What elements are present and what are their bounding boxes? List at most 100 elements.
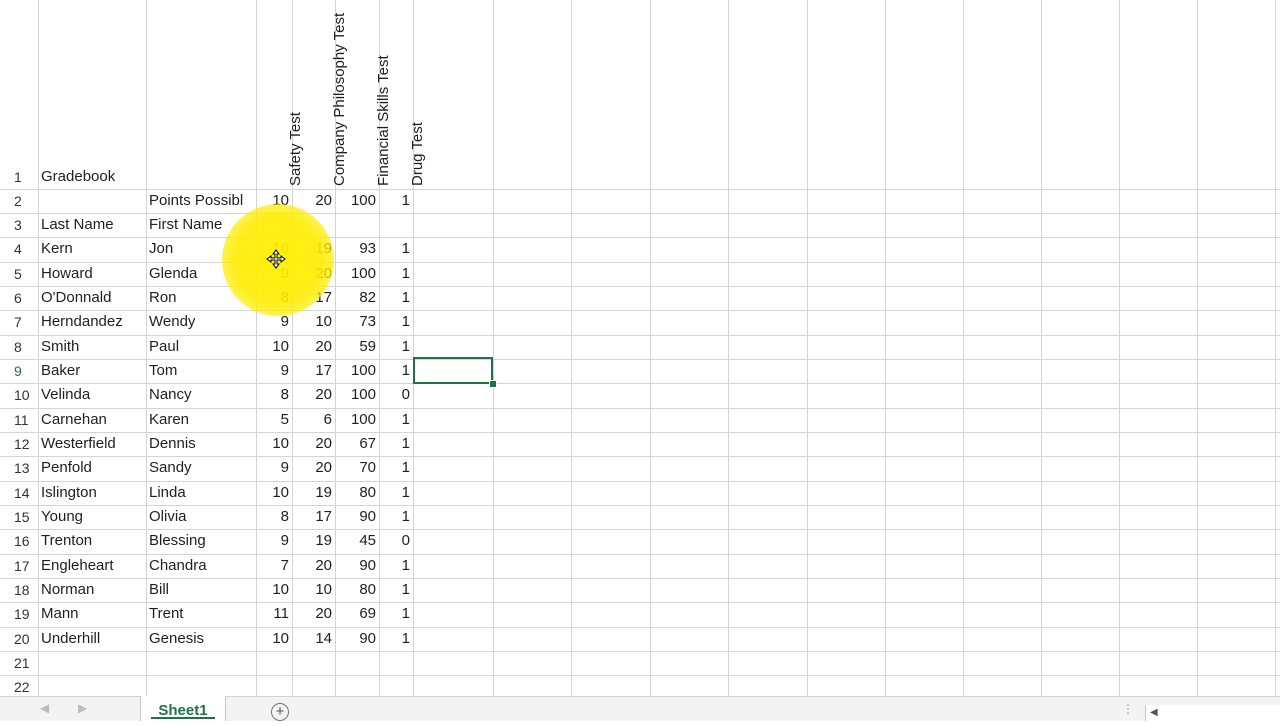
row-number[interactable]: 17 (0, 554, 38, 578)
score-cell[interactable]: 1 (379, 310, 413, 334)
scroll-left-icon[interactable]: ◀ (1150, 707, 1158, 718)
score-cell[interactable]: 90 (335, 505, 379, 529)
score-cell[interactable]: 1 (379, 602, 413, 626)
score-cell[interactable]: 6 (292, 408, 335, 432)
score-cell[interactable]: 19 (292, 481, 335, 505)
first-name-cell[interactable]: Glenda (146, 262, 256, 286)
tab-sheet1[interactable]: Sheet1 (140, 696, 226, 721)
row-number[interactable]: 13 (0, 456, 38, 480)
score-cell[interactable]: 10 (256, 627, 292, 651)
last-name-cell[interactable]: Islington (38, 481, 146, 505)
score-cell[interactable]: 1 (379, 432, 413, 456)
row-number[interactable]: 7 (0, 310, 38, 334)
first-name-cell[interactable]: Paul (146, 335, 256, 359)
score-cell[interactable]: 20 (292, 432, 335, 456)
selected-cell[interactable] (413, 357, 493, 384)
score-cell[interactable]: 17 (292, 359, 335, 383)
add-sheet-icon[interactable]: + (271, 703, 289, 721)
score-cell[interactable]: 73 (335, 310, 379, 334)
last-name-cell[interactable]: Kern (38, 237, 146, 261)
first-name-cell[interactable]: Karen (146, 408, 256, 432)
score-cell[interactable]: 20 (292, 335, 335, 359)
score-cell[interactable]: 11 (256, 602, 292, 626)
worksheet-grid[interactable]: 1 2 3 4 5 6 7 8 9 10 11 12 13 14 15 16 17 18 19 20 21 22 Grad… (0, 0, 1280, 696)
score-cell[interactable]: 10 (292, 578, 335, 602)
test-header-0[interactable]: Safety Test (286, 112, 306, 186)
score-cell[interactable]: 20 (292, 383, 335, 407)
row-number[interactable]: 18 (0, 578, 38, 602)
score-cell[interactable]: 19 (292, 529, 335, 553)
row-number[interactable]: 6 (0, 286, 38, 310)
points-possible-cell[interactable]: 1 (379, 189, 413, 213)
score-cell[interactable]: 7 (256, 554, 292, 578)
row-number[interactable]: 12 (0, 432, 38, 456)
row-number[interactable]: 3 (0, 213, 38, 237)
score-cell[interactable]: 45 (335, 529, 379, 553)
points-possible-cell[interactable]: 20 (292, 189, 335, 213)
last-name-cell[interactable]: Penfold (38, 456, 146, 480)
row-number[interactable]: 10 (0, 383, 38, 407)
score-cell[interactable]: 80 (335, 481, 379, 505)
last-name-cell[interactable]: Baker (38, 359, 146, 383)
score-cell[interactable]: 20 (292, 554, 335, 578)
last-name-cell[interactable]: Young (38, 505, 146, 529)
first-name-cell[interactable]: Trent (146, 602, 256, 626)
score-cell[interactable]: 10 (256, 335, 292, 359)
row-number[interactable]: 15 (0, 505, 38, 529)
score-cell[interactable]: 90 (335, 627, 379, 651)
score-cell[interactable]: 1 (379, 481, 413, 505)
first-name-cell[interactable]: Olivia (146, 505, 256, 529)
score-cell[interactable]: 1 (379, 554, 413, 578)
row-number[interactable]: 8 (0, 335, 38, 359)
score-cell[interactable]: 100 (335, 408, 379, 432)
last-name-cell[interactable]: Westerfield (38, 432, 146, 456)
first-name-cell[interactable]: Linda (146, 481, 256, 505)
scroll-tabs-left-icon[interactable]: ◀ (40, 701, 49, 715)
score-cell[interactable]: 1 (379, 505, 413, 529)
first-name-cell[interactable]: Nancy (146, 383, 256, 407)
score-cell[interactable]: 93 (335, 237, 379, 261)
last-name-cell[interactable]: Smith (38, 335, 146, 359)
first-name-cell[interactable]: Chandra (146, 554, 256, 578)
score-cell[interactable]: 10 (292, 310, 335, 334)
row-number[interactable]: 16 (0, 529, 38, 553)
score-cell[interactable]: 10 (256, 481, 292, 505)
row-number[interactable]: 20 (0, 627, 38, 651)
horizontal-scrollbar[interactable] (1145, 705, 1280, 721)
cell-points-possible-label[interactable]: Points Possibl (146, 189, 256, 213)
last-name-cell[interactable]: Herndandez (38, 310, 146, 334)
first-name-cell[interactable]: Genesis (146, 627, 256, 651)
first-name-cell[interactable]: Ron (146, 286, 256, 310)
cell-first-name-label[interactable]: First Name (146, 213, 256, 237)
row-number[interactable]: 11 (0, 408, 38, 432)
test-header-1[interactable]: Company Philosophy Test (330, 13, 350, 186)
score-cell[interactable]: 5 (256, 408, 292, 432)
last-name-cell[interactable]: Norman (38, 578, 146, 602)
score-cell[interactable]: 1 (379, 456, 413, 480)
score-cell[interactable]: 10 (256, 432, 292, 456)
score-cell[interactable]: 69 (335, 602, 379, 626)
score-cell[interactable]: 100 (335, 383, 379, 407)
first-name-cell[interactable]: Jon (146, 237, 256, 261)
score-cell[interactable]: 8 (256, 286, 292, 310)
score-cell[interactable]: 1 (379, 335, 413, 359)
cell-gradebook-title[interactable]: Gradebook (38, 165, 146, 189)
score-cell[interactable]: 19 (292, 237, 335, 261)
score-cell[interactable]: 100 (335, 359, 379, 383)
score-cell[interactable]: 80 (335, 578, 379, 602)
score-cell[interactable]: 1 (379, 237, 413, 261)
score-cell[interactable]: 10 (256, 578, 292, 602)
last-name-cell[interactable]: Engleheart (38, 554, 146, 578)
score-cell[interactable]: 8 (256, 505, 292, 529)
score-cell[interactable]: 90 (335, 554, 379, 578)
scroll-tabs-right-icon[interactable]: ▶ (78, 701, 87, 715)
score-cell[interactable]: 20 (292, 602, 335, 626)
first-name-cell[interactable]: Bill (146, 578, 256, 602)
first-name-cell[interactable]: Blessing (146, 529, 256, 553)
test-header-3[interactable]: Drug Test (408, 122, 428, 186)
last-name-cell[interactable]: Howard (38, 262, 146, 286)
first-name-cell[interactable]: Wendy (146, 310, 256, 334)
score-cell[interactable]: 9 (256, 529, 292, 553)
row-number[interactable]: 19 (0, 602, 38, 626)
score-cell[interactable]: 9 (256, 359, 292, 383)
